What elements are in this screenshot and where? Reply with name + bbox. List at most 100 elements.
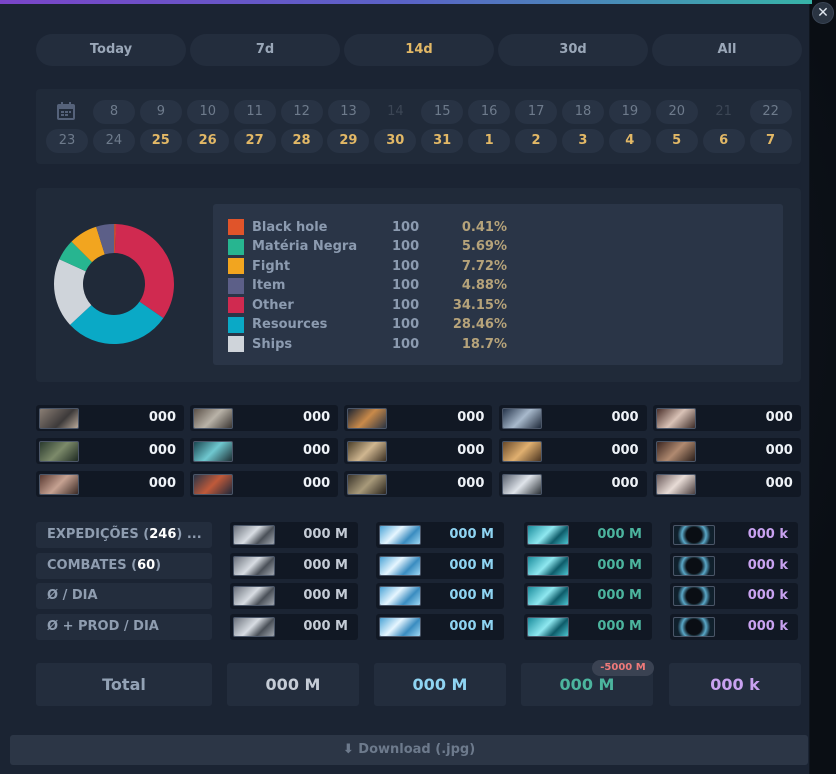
- ship-item[interactable]: 000: [190, 471, 339, 497]
- calendar-day[interactable]: 4: [608, 129, 651, 153]
- calendar-day[interactable]: 31: [421, 129, 464, 153]
- total-metal: 000 M: [227, 663, 359, 706]
- calendar-day[interactable]: 29: [327, 129, 370, 153]
- ship-5-icon: [655, 408, 696, 429]
- donut-chart: [53, 224, 174, 344]
- ship-count: 000: [611, 410, 639, 425]
- calendar-day[interactable]: 18: [562, 100, 604, 124]
- calendar-day[interactable]: 24: [92, 129, 135, 153]
- legend-item[interactable]: Fight 100 7.72%: [228, 257, 507, 275]
- download-button[interactable]: ⬇ Download (.jpg): [10, 735, 808, 765]
- ship-item[interactable]: 000: [36, 405, 184, 431]
- legend-item[interactable]: Item 100 4.88%: [228, 277, 507, 295]
- stat-label-text: EXPEDIÇÕES (: [47, 527, 150, 542]
- download-label: Download (.jpg): [358, 742, 476, 757]
- stat-label: EXPEDIÇÕES (246) ...: [36, 522, 212, 548]
- calendar-day[interactable]: 5: [655, 129, 698, 153]
- calendar-day[interactable]: 30: [374, 129, 417, 153]
- calendar-day[interactable]: 17: [515, 100, 558, 124]
- stat-deut-cell: 000 M: [524, 522, 652, 548]
- ship-item[interactable]: 000: [344, 405, 493, 431]
- stat-label: COMBATES (60): [36, 552, 212, 579]
- crystal-icon: [379, 555, 421, 576]
- calendar-day[interactable]: 12: [280, 100, 323, 124]
- close-button[interactable]: ✕: [812, 2, 834, 24]
- calendar-day[interactable]: 15: [421, 100, 464, 124]
- stat-dm-cell: 000 k: [670, 614, 798, 641]
- ship-1-icon: [39, 408, 79, 429]
- ship-count: 000: [303, 476, 331, 491]
- calendar-day[interactable]: 1: [468, 129, 511, 153]
- ship-item[interactable]: 000: [190, 405, 339, 431]
- stat-dm-cell: 000 k: [670, 552, 798, 579]
- legend-item[interactable]: Other 100 34.15%: [228, 296, 507, 314]
- stat-crystal-value: 000 M: [449, 527, 494, 542]
- deuterium-icon: [527, 586, 569, 607]
- calendar-day[interactable]: 7: [749, 129, 792, 153]
- ship-3-icon: [347, 408, 388, 429]
- legend-item[interactable]: Matéria Negra 100 5.69%: [228, 238, 507, 256]
- calendar-day[interactable]: 3: [561, 129, 604, 153]
- calendar-day[interactable]: 22: [749, 100, 792, 124]
- dark-matter-icon: [673, 586, 715, 607]
- legend-name: Other: [252, 297, 294, 313]
- stat-label-text: Ø + PROD / DIA: [47, 619, 159, 635]
- stat-crystal-cell: 000 M: [376, 522, 504, 548]
- calendar-day[interactable]: 19: [608, 100, 651, 124]
- calendar-day[interactable]: 10: [186, 100, 229, 124]
- calendar-day[interactable]: 6: [702, 129, 745, 153]
- calendar-icon[interactable]: [56, 101, 76, 121]
- calendar-day[interactable]: 23: [46, 129, 88, 153]
- ship-item[interactable]: 000: [498, 471, 647, 497]
- calendar-day[interactable]: 25: [139, 129, 182, 153]
- ship-item[interactable]: 000: [190, 438, 339, 464]
- ship-9-icon: [501, 441, 542, 462]
- stat-dm-cell: 000 k: [670, 522, 798, 548]
- stat-crystal-cell: 000 M: [376, 583, 504, 610]
- crystal-icon: [379, 586, 421, 607]
- calendar-day[interactable]: 13: [327, 100, 370, 124]
- tab-today[interactable]: Today: [36, 34, 186, 66]
- calendar-day[interactable]: 8: [93, 100, 135, 124]
- calendar-day[interactable]: 9: [139, 100, 182, 124]
- calendar-day[interactable]: 16: [468, 100, 511, 124]
- donut-slice-other[interactable]: [114, 224, 174, 319]
- ship-item[interactable]: 000: [498, 438, 647, 464]
- calendar-day[interactable]: 20: [655, 100, 698, 124]
- ship-item[interactable]: 000: [36, 471, 184, 497]
- ship-item[interactable]: 000: [498, 405, 647, 431]
- legend-item[interactable]: Ships 100 18.7%: [228, 335, 507, 353]
- ship-item[interactable]: 000: [652, 405, 801, 431]
- ship-count: 000: [303, 443, 331, 458]
- ship-item[interactable]: 000: [36, 438, 184, 464]
- legend-name: Fight: [252, 258, 291, 274]
- ship-item[interactable]: 000: [652, 438, 801, 464]
- ship-15-icon: [655, 474, 696, 495]
- stat-metal-cell: 000 M: [230, 583, 358, 610]
- legend-item[interactable]: Black hole 100 0.41%: [228, 218, 507, 236]
- calendar-day[interactable]: 11: [233, 100, 276, 124]
- calendar-day[interactable]: 27: [233, 129, 276, 153]
- ship-item[interactable]: 000: [652, 471, 801, 497]
- calendar-day[interactable]: 28: [280, 129, 323, 153]
- ship-count: 000: [457, 443, 485, 458]
- calendar-day[interactable]: 26: [186, 129, 229, 153]
- legend-name: Resources: [252, 317, 328, 332]
- ship-count: 000: [148, 443, 176, 458]
- tab-all[interactable]: All: [652, 34, 802, 66]
- ship-count: 000: [611, 443, 639, 458]
- legend-count: 100: [392, 278, 420, 293]
- calendar-day[interactable]: 2: [515, 129, 557, 153]
- legend-item[interactable]: Resources 100 28.46%: [228, 316, 507, 334]
- stat-label-text: Ø / DIA: [47, 588, 98, 604]
- ship-item[interactable]: 000: [344, 438, 493, 464]
- legend-count: 100: [392, 317, 420, 332]
- stat-dm-cell: 000 k: [670, 583, 798, 610]
- ship-item[interactable]: 000: [344, 471, 493, 497]
- legend-swatch: [228, 277, 244, 294]
- deuterium-icon: [527, 555, 569, 576]
- tab-14d[interactable]: 14d: [344, 34, 494, 66]
- tab-7d[interactable]: 7d: [190, 34, 340, 66]
- tab-30d[interactable]: 30d: [498, 34, 648, 66]
- deuterium-icon: [527, 525, 569, 545]
